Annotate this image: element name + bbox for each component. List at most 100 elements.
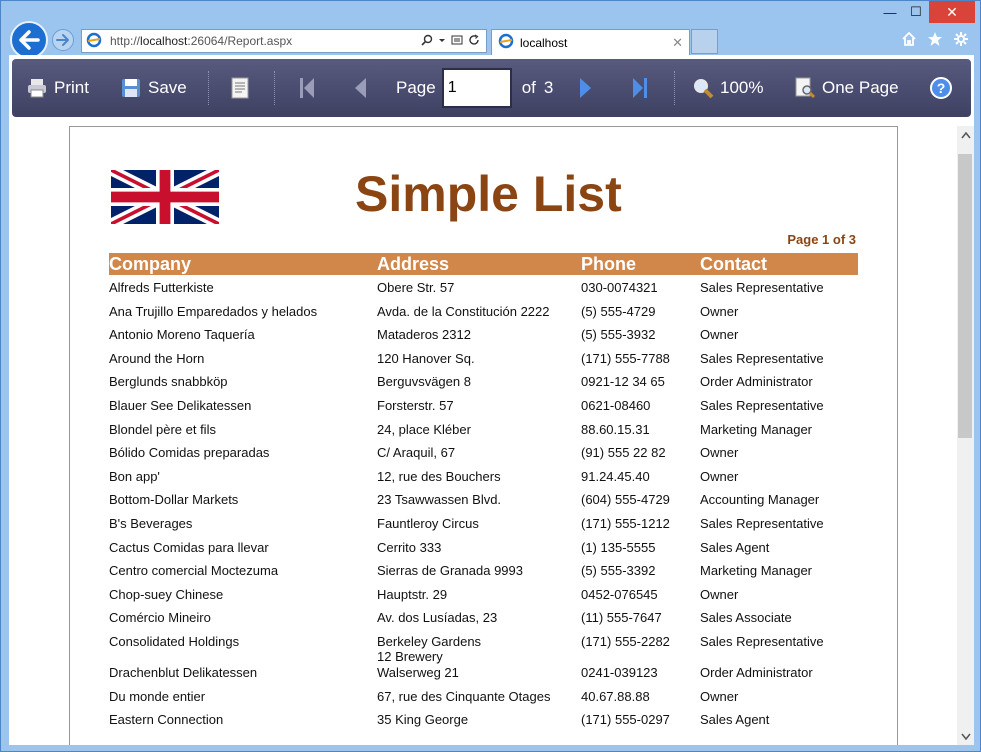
table-row: Around the Horn 120 Hanover Sq. (171) 555-… <box>109 348 858 372</box>
cell-company: Du monde entier <box>109 688 206 704</box>
cell-company: Bólido Comidas preparadas <box>109 445 270 461</box>
toolbar-divider <box>674 71 675 105</box>
cell-address: Mataderos 2312 <box>377 327 471 343</box>
last-page-button[interactable] <box>630 59 650 117</box>
view-mode-label: One Page <box>822 78 899 97</box>
cell-address: Fauntleroy Circus <box>377 515 479 531</box>
search-icon[interactable] <box>421 34 433 49</box>
column-header-company: Company <box>109 254 192 274</box>
cell-address: Forsterstr. 57 <box>377 397 454 413</box>
cell-company: Centro comercial Moctezuma <box>109 563 279 579</box>
compatibility-view-icon[interactable] <box>451 34 463 49</box>
dropdown-icon[interactable] <box>438 34 446 49</box>
first-page-icon <box>297 76 317 100</box>
document-map-button[interactable] <box>230 59 250 117</box>
cell-company: Comércio Mineiro <box>109 610 211 626</box>
help-button[interactable]: ? <box>930 59 952 117</box>
cell-phone: (171) 555-1212 <box>581 515 670 531</box>
page-number-input[interactable] <box>441 68 512 108</box>
zoom-button[interactable]: 100% <box>692 59 763 117</box>
cell-phone: 0621-08460 <box>581 397 651 413</box>
printer-icon <box>26 77 48 99</box>
cell-address: C/ Araquil, 67 <box>377 445 456 461</box>
address-bar[interactable]: http://localhost:26064/Report.aspx <box>81 29 487 53</box>
print-label: Print <box>54 78 89 97</box>
page-navigator: Page of 3 <box>396 59 553 117</box>
vertical-scrollbar[interactable] <box>957 126 974 745</box>
table-row: Centro comercial Moctezuma Sierras de Gra… <box>109 560 858 584</box>
of-label: of <box>521 78 536 97</box>
zoom-label: 100% <box>720 78 764 97</box>
maximize-button[interactable]: ☐ <box>903 1 929 23</box>
cell-contact: Sales Agent <box>700 539 770 555</box>
settings-gear-icon[interactable] <box>953 31 969 51</box>
table-row: Antonio Moreno Taquería Mataderos 2312 (5)… <box>109 324 858 348</box>
previous-page-icon <box>352 76 368 100</box>
scroll-up-icon[interactable] <box>957 126 974 143</box>
print-button[interactable]: Print <box>26 59 89 117</box>
view-mode-button[interactable]: One Page <box>794 59 899 117</box>
cell-contact: Owner <box>700 586 739 602</box>
cell-company: Blondel père et fils <box>109 421 216 437</box>
first-page-button[interactable] <box>297 59 317 117</box>
cell-phone: (5) 555-4729 <box>581 303 656 319</box>
cell-address: Obere Str. 57 <box>377 280 455 295</box>
cell-address: 67, rue des Cinquante Otages <box>377 688 551 704</box>
cell-contact: Sales Representative <box>700 280 824 295</box>
magnifier-icon <box>692 77 714 99</box>
page-zoom-icon <box>794 77 816 99</box>
cell-company: Bottom-Dollar Markets <box>109 492 239 508</box>
cell-phone: 0241-039123 <box>581 664 658 680</box>
column-header-address: Address <box>377 254 450 274</box>
tab-title: localhost <box>520 35 568 50</box>
uk-flag-icon <box>111 170 219 224</box>
cell-phone: 0452-076545 <box>581 586 658 602</box>
cell-contact: Owner <box>700 445 739 461</box>
cell-phone: (1) 135-5555 <box>581 539 656 555</box>
scrollbar-thumb[interactable] <box>958 154 972 438</box>
back-button[interactable] <box>10 21 48 59</box>
cell-company: Antonio Moreno Taquería <box>109 327 255 343</box>
floppy-disk-icon <box>120 77 142 99</box>
web-content: Print Save Page 1 of 3 100% One Page ? S… <box>9 55 974 745</box>
table-row: Blondel père et fils 24, place Kléber 88.6… <box>109 419 858 443</box>
cell-company: Ana Trujillo Emparedados y helados <box>109 303 318 319</box>
cell-company: Around the Horn <box>109 350 205 366</box>
next-page-button[interactable] <box>578 59 594 117</box>
report-title: Simple List <box>355 166 622 222</box>
scroll-down-icon[interactable] <box>957 728 974 745</box>
cell-contact: Order Administrator <box>700 374 813 390</box>
last-page-icon <box>630 76 650 100</box>
new-tab-button[interactable] <box>691 29 718 54</box>
help-icon: ? <box>930 77 952 99</box>
forward-button[interactable] <box>52 29 74 51</box>
previous-page-button[interactable] <box>352 59 368 117</box>
ie-tab-icon <box>498 33 516 52</box>
cell-contact: Owner <box>700 303 739 319</box>
favorites-star-icon[interactable] <box>927 31 943 51</box>
browser-tab[interactable]: localhost ✕ <box>491 29 690 55</box>
ie-logo-icon <box>86 32 104 51</box>
refresh-icon[interactable] <box>468 33 480 49</box>
minimize-button[interactable]: — <box>877 1 903 23</box>
home-icon[interactable] <box>901 31 917 51</box>
tab-close-icon[interactable]: ✕ <box>672 35 683 51</box>
total-pages: 3 <box>543 78 554 97</box>
cell-company: B's Beverages <box>109 515 193 531</box>
cell-phone: (171) 555-2282 <box>581 633 670 649</box>
page-indicator: Page 1 of 3 <box>787 232 856 247</box>
cell-address: Avda. de la Constitución 2222 <box>377 303 550 319</box>
cell-contact: Owner <box>700 468 739 484</box>
column-header-phone: Phone <box>581 254 637 274</box>
document-icon <box>230 77 250 99</box>
cell-company: Cactus Comidas para llevar <box>109 539 269 555</box>
cell-address: Av. dos Lusíadas, 23 <box>377 610 498 626</box>
cell-phone: (91) 555 22 82 <box>581 445 666 461</box>
cell-address: 120 Hanover Sq. <box>377 350 475 366</box>
save-button[interactable]: Save <box>120 59 187 117</box>
table-row: Chop-suey Chinese Hauptstr. 29 0452-076545… <box>109 584 858 608</box>
cell-contact: Sales Representative <box>700 350 824 366</box>
close-window-button[interactable]: ✕ <box>929 1 975 23</box>
cell-address: Cerrito 333 <box>377 539 442 555</box>
cell-contact: Sales Representative <box>700 633 824 649</box>
